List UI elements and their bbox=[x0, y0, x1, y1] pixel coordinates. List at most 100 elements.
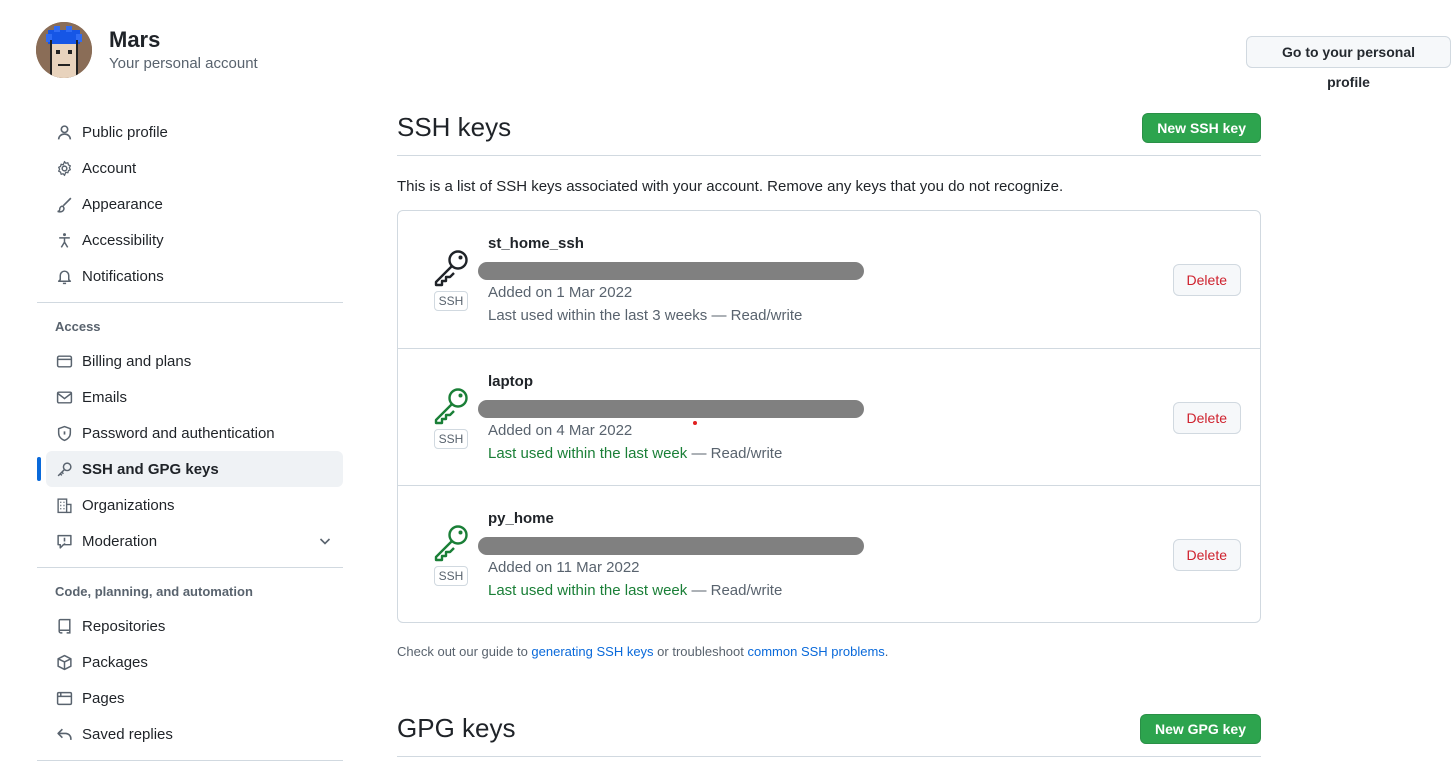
sidebar-item-label: Repositories bbox=[82, 617, 166, 635]
sidebar-item-label: SSH and GPG keys bbox=[82, 460, 219, 478]
key-access: — Read/write bbox=[687, 582, 783, 599]
sidebar-item-label: Appearance bbox=[82, 195, 163, 213]
sidebar-item-label: Pages bbox=[82, 689, 125, 707]
sidebar-item-label: Billing and plans bbox=[82, 352, 192, 370]
common-ssh-problems-link[interactable]: common SSH problems bbox=[748, 644, 885, 659]
paintbrush-icon bbox=[54, 194, 74, 214]
key-added-date: Added on 11 Mar 2022 bbox=[488, 559, 640, 576]
package-icon bbox=[54, 652, 74, 672]
key-name: py_home bbox=[488, 510, 554, 527]
sidebar-item-saved-replies[interactable]: Saved replies bbox=[46, 716, 343, 752]
sidebar-item-packages[interactable]: Packages bbox=[46, 644, 343, 680]
accessibility-icon bbox=[54, 230, 74, 250]
go-to-profile-button[interactable]: Go to your personal profile bbox=[1246, 36, 1451, 90]
key-access: — Read/write bbox=[687, 445, 783, 462]
ssh-badge: SSH bbox=[434, 429, 468, 449]
sidebar-item-label: Password and authentication bbox=[82, 424, 275, 442]
gpg-section-header: GPG keys New GPG key bbox=[397, 709, 1261, 757]
key-icon bbox=[434, 250, 468, 287]
sidebar-item-appearance[interactable]: Appearance bbox=[46, 186, 343, 222]
code-group-title: Code, planning, and automation bbox=[55, 584, 253, 599]
ssh-badge: SSH bbox=[434, 291, 468, 311]
sidebar-item-label: Notifications bbox=[82, 267, 164, 285]
browser-icon bbox=[54, 688, 74, 708]
new-ssh-key-button[interactable]: New SSH key bbox=[1142, 113, 1261, 143]
redacted-fingerprint bbox=[478, 262, 864, 280]
main-content: SSH keys New SSH key This is a list of S… bbox=[397, 108, 1261, 757]
sidebar-item-label: Accessibility bbox=[82, 231, 164, 249]
generating-ssh-keys-link[interactable]: generating SSH keys bbox=[531, 644, 653, 659]
avatar[interactable] bbox=[36, 22, 92, 78]
ssh-guide: Check out our guide to generating SSH ke… bbox=[397, 644, 1261, 659]
mail-icon bbox=[54, 387, 74, 407]
delete-key-button[interactable]: Delete bbox=[1172, 402, 1241, 434]
access-group-title: Access bbox=[55, 319, 101, 334]
settings-sidebar: Public profile Account Appearance Accessibi… bbox=[37, 114, 343, 768]
key-name: st_home_ssh bbox=[488, 235, 584, 252]
user-header: Mars Your personal account bbox=[36, 22, 258, 78]
new-gpg-key-button[interactable]: New GPG key bbox=[1139, 714, 1261, 744]
ssh-key-row: SSH laptop Added on 4 Mar 2022 Last used wi… bbox=[398, 348, 1260, 485]
ssh-key-row: SSH st_home_ssh Added on 1 Mar 2022 Last us… bbox=[398, 211, 1260, 348]
delete-key-button[interactable]: Delete bbox=[1172, 539, 1241, 571]
report-icon bbox=[54, 531, 74, 551]
sidebar-item-label: Account bbox=[82, 159, 137, 177]
sidebar-divider bbox=[37, 567, 343, 568]
sidebar-item-emails[interactable]: Emails bbox=[46, 379, 343, 415]
sidebar-item-account[interactable]: Account bbox=[46, 150, 343, 186]
repo-icon bbox=[54, 616, 74, 636]
credit-card-icon bbox=[54, 351, 74, 371]
ssh-key-list: SSH st_home_ssh Added on 1 Mar 2022 Last us… bbox=[397, 210, 1261, 623]
gpg-title: GPG keys bbox=[397, 712, 516, 743]
person-icon bbox=[54, 122, 74, 142]
sidebar-item-notifications[interactable]: Notifications bbox=[46, 258, 343, 294]
key-usage: Last used within the last week — Read/wr… bbox=[488, 445, 782, 462]
key-icon bbox=[434, 388, 468, 425]
account-subtitle: Your personal account bbox=[109, 55, 258, 72]
sidebar-item-label: Saved replies bbox=[82, 725, 173, 743]
key-usage: Last used within the last week — Read/wr… bbox=[488, 582, 782, 599]
key-icon bbox=[54, 459, 74, 479]
sidebar-item-organizations[interactable]: Organizations bbox=[46, 487, 343, 523]
cursor-dot bbox=[693, 421, 697, 425]
delete-key-button[interactable]: Delete bbox=[1172, 264, 1241, 296]
sidebar-item-pages[interactable]: Pages bbox=[46, 680, 343, 716]
sidebar-divider bbox=[37, 302, 343, 303]
key-added-date: Added on 4 Mar 2022 bbox=[488, 422, 633, 439]
ssh-key-row: SSH py_home Added on 11 Mar 2022 Last used … bbox=[398, 485, 1260, 622]
ssh-section-header: SSH keys New SSH key bbox=[397, 108, 1261, 156]
gear-icon bbox=[54, 158, 74, 178]
avatar-image bbox=[36, 22, 92, 78]
redacted-fingerprint bbox=[478, 400, 864, 418]
sidebar-item-label: Organizations bbox=[82, 496, 175, 514]
sidebar-item-label: Emails bbox=[82, 388, 128, 406]
key-last-used: Last used within the last 3 weeks bbox=[488, 307, 708, 324]
sidebar-item-label: Packages bbox=[82, 653, 148, 671]
guide-suffix: . bbox=[884, 644, 889, 659]
ssh-badge: SSH bbox=[434, 566, 468, 586]
guide-mid: or troubleshoot bbox=[653, 644, 748, 659]
sidebar-item-repositories[interactable]: Repositories bbox=[46, 608, 343, 644]
sidebar-divider bbox=[37, 760, 343, 761]
shield-icon bbox=[54, 423, 74, 443]
sidebar-item-label: Moderation bbox=[82, 532, 158, 550]
sidebar-item-billing-and-plans[interactable]: Billing and plans bbox=[46, 343, 343, 379]
chevron-down-icon[interactable] bbox=[317, 533, 333, 553]
ssh-title: SSH keys bbox=[397, 111, 512, 142]
sidebar-item-ssh-and-gpg-keys[interactable]: SSH and GPG keys bbox=[37, 451, 343, 487]
sidebar-item-password-and-authentication[interactable]: Password and authentication bbox=[46, 415, 343, 451]
redacted-fingerprint bbox=[478, 537, 864, 555]
sidebar-item-public-profile[interactable]: Public profile bbox=[46, 114, 343, 150]
bell-icon bbox=[54, 266, 74, 286]
key-name: laptop bbox=[488, 373, 533, 390]
sidebar-item-moderation[interactable]: Moderation bbox=[46, 523, 343, 559]
reply-icon bbox=[54, 724, 74, 744]
key-usage: Last used within the last 3 weeks — Read… bbox=[488, 307, 802, 324]
organization-icon bbox=[54, 495, 74, 515]
ssh-intro: This is a list of SSH keys associated wi… bbox=[397, 178, 1064, 195]
key-access: — Read/write bbox=[707, 307, 803, 324]
sidebar-item-accessibility[interactable]: Accessibility bbox=[46, 222, 343, 258]
key-added-date: Added on 1 Mar 2022 bbox=[488, 284, 633, 301]
key-icon bbox=[434, 525, 468, 562]
sidebar-item-label: Public profile bbox=[82, 123, 168, 141]
